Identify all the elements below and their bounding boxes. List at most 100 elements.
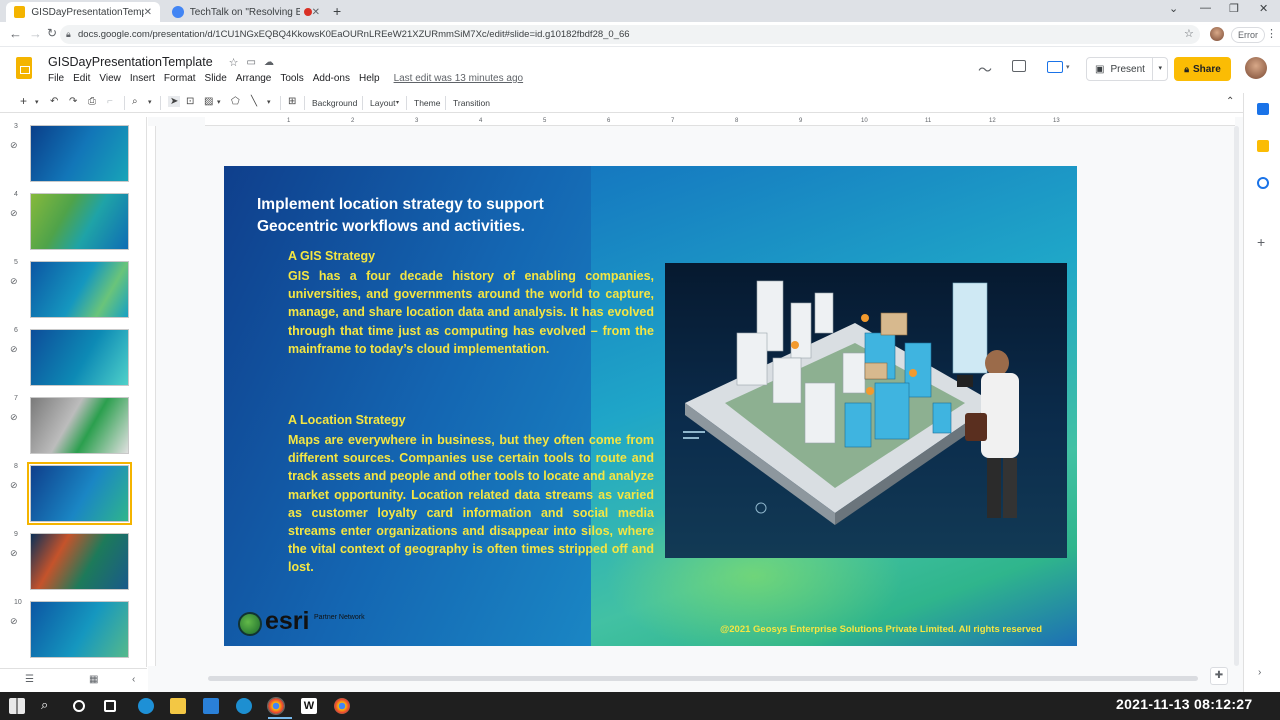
slide-thumbnail[interactable]: 10 ⊘ xyxy=(0,599,145,661)
gis-strategy-body[interactable]: GIS has a four decade history of enablin… xyxy=(288,267,654,358)
activity-dashboard-icon[interactable]: 〜 xyxy=(978,60,992,80)
shape-icon[interactable]: ⬠ xyxy=(231,96,240,107)
close-icon[interactable]: ✕ xyxy=(312,7,320,18)
url-input[interactable]: 🔒︎ docs.google.com/presentation/d/1CU1NG… xyxy=(60,25,1200,44)
location-strategy-body[interactable]: Maps are everywhere in business, but the… xyxy=(288,431,654,577)
horizontal-scrollbar[interactable] xyxy=(208,676,1198,681)
star-icon[interactable]: ☆ xyxy=(229,56,239,69)
last-edit-link[interactable]: Last edit was 13 minutes ago xyxy=(394,73,524,84)
redo-icon[interactable]: ↷ xyxy=(69,96,77,107)
menu-file[interactable]: File xyxy=(48,73,64,84)
window-close-icon[interactable]: ✕ xyxy=(1259,2,1268,15)
file-explorer-icon[interactable] xyxy=(170,698,186,714)
current-slide[interactable]: Implement location strategy to support G… xyxy=(224,166,1077,646)
browser-tab-meet[interactable]: TechTalk on "Resolving Busin ✕ xyxy=(164,2,328,22)
theme-button[interactable]: Theme xyxy=(414,98,440,108)
background-button[interactable]: Background xyxy=(312,98,357,108)
chevron-down-icon[interactable]: ▾ xyxy=(267,98,271,106)
calendar-icon[interactable] xyxy=(1257,103,1269,115)
present-options-chevron-icon[interactable]: ▾ xyxy=(1152,57,1162,81)
back-icon[interactable]: ← xyxy=(9,26,22,41)
search-icon[interactable]: ⌕ xyxy=(41,697,48,713)
menu-view[interactable]: View xyxy=(99,73,121,84)
mail-icon[interactable] xyxy=(203,698,219,714)
bookmark-star-icon[interactable]: ☆ xyxy=(1184,27,1194,40)
copyright-footer[interactable]: @2021 Geosys Enterprise Solutions Privat… xyxy=(720,624,1042,635)
list-view-icon[interactable]: ☰ xyxy=(25,674,34,685)
comments-icon[interactable] xyxy=(1012,60,1026,72)
word-icon[interactable]: W xyxy=(301,698,317,714)
profile-avatar[interactable] xyxy=(1210,27,1224,41)
image-icon[interactable]: ▨ xyxy=(204,96,213,107)
keep-icon[interactable] xyxy=(1257,140,1269,152)
document-title[interactable]: GISDayPresentationTemplate xyxy=(48,55,213,69)
chevron-down-icon[interactable]: ▾ xyxy=(396,99,399,106)
city-illustration-image[interactable] xyxy=(665,263,1067,558)
cortana-icon[interactable] xyxy=(73,700,85,712)
browser-tab-slides[interactable]: GISDayPresentationTemplate - G ✕ xyxy=(6,2,160,22)
meet-present-icon[interactable] xyxy=(1047,61,1063,73)
chevron-down-icon[interactable]: ▾ xyxy=(217,98,221,106)
layout-button[interactable]: Layout xyxy=(370,98,396,108)
new-tab-icon[interactable]: + xyxy=(333,3,341,19)
undo-icon[interactable]: ↶ xyxy=(50,96,58,107)
collapse-toolbar-icon[interactable]: ⌃ xyxy=(1226,96,1234,107)
menu-tools[interactable]: Tools xyxy=(280,73,303,84)
windows-start-icon[interactable] xyxy=(9,698,25,714)
slides-logo-icon[interactable] xyxy=(16,57,32,79)
menu-insert[interactable]: Insert xyxy=(130,73,155,84)
slide-thumbnail[interactable]: 7 ⊘ xyxy=(0,395,145,457)
slide-thumbnail[interactable]: 4 ⊘ xyxy=(0,191,145,253)
error-badge[interactable]: Error xyxy=(1231,27,1265,43)
slide-thumbnail[interactable]: 5 ⊘ xyxy=(0,259,145,321)
tab-search-icon[interactable]: ⌄ xyxy=(1169,2,1178,15)
add-ons-plus-icon[interactable]: + xyxy=(1257,234,1265,250)
gis-strategy-heading[interactable]: A GIS Strategy xyxy=(288,249,375,263)
slide-title[interactable]: Implement location strategy to support G… xyxy=(257,194,597,238)
slide-thumbnail[interactable]: 9 ⊘ xyxy=(0,531,145,593)
menu-arrange[interactable]: Arrange xyxy=(236,73,272,84)
task-view-icon[interactable] xyxy=(104,700,116,712)
paint-format-icon[interactable]: ⌐ xyxy=(107,96,113,107)
transition-button[interactable]: Transition xyxy=(453,98,490,108)
line-icon[interactable]: ╲ xyxy=(251,96,257,107)
expand-panel-icon[interactable]: › xyxy=(1258,667,1261,678)
minimize-icon[interactable]: — xyxy=(1200,2,1211,14)
grid-view-icon[interactable]: ▦ xyxy=(89,674,98,685)
zoom-icon[interactable]: ⌕ xyxy=(132,96,138,107)
chrome-secondary-icon[interactable] xyxy=(334,698,350,714)
explore-icon[interactable]: ✚ xyxy=(1210,667,1228,685)
move-folder-icon[interactable]: ▭ xyxy=(247,57,256,68)
magnifier-app-icon[interactable] xyxy=(236,698,252,714)
slide-thumbnail[interactable]: 6 ⊘ xyxy=(0,327,145,389)
vertical-scrollbar[interactable] xyxy=(1234,126,1239,666)
location-strategy-heading[interactable]: A Location Strategy xyxy=(288,413,406,427)
forward-icon[interactable]: → xyxy=(29,26,42,41)
menu-help[interactable]: Help xyxy=(359,73,380,84)
print-icon[interactable]: ⎙ xyxy=(88,96,96,107)
close-icon[interactable]: ✕ xyxy=(144,7,152,18)
more-menu-icon[interactable]: ⋮ xyxy=(1266,27,1277,40)
select-cursor-icon[interactable]: ➤ xyxy=(168,96,181,107)
maximize-icon[interactable]: ❐ xyxy=(1229,2,1239,15)
menu-format[interactable]: Format xyxy=(164,73,196,84)
account-avatar[interactable] xyxy=(1245,57,1267,79)
text-box-icon[interactable]: ⊡ xyxy=(186,96,194,107)
menu-edit[interactable]: Edit xyxy=(73,73,90,84)
menu-slide[interactable]: Slide xyxy=(205,73,227,84)
edge-icon[interactable] xyxy=(138,698,154,714)
slide-thumbnail[interactable]: 3 ⊘ xyxy=(0,123,145,185)
tasks-icon[interactable] xyxy=(1257,177,1269,189)
collapse-filmstrip-icon[interactable]: ‹ xyxy=(132,674,135,685)
menu-addons[interactable]: Add-ons xyxy=(313,73,350,84)
chevron-down-icon[interactable]: ▾ xyxy=(1066,63,1070,71)
chevron-down-icon[interactable]: ▾ xyxy=(148,98,152,106)
comment-add-icon[interactable]: ⊞ xyxy=(288,96,296,107)
new-slide-icon[interactable]: + xyxy=(20,94,27,108)
chrome-icon[interactable] xyxy=(267,697,285,715)
slide-thumbnail-selected[interactable]: 8 ⊘ xyxy=(0,462,145,525)
present-button[interactable]: ▣ Present ▾ xyxy=(1086,57,1168,81)
chevron-down-icon[interactable]: ▾ xyxy=(35,98,39,106)
reload-icon[interactable]: ↻ xyxy=(47,26,57,40)
share-button[interactable]: 🔒︎ Share xyxy=(1174,57,1231,81)
